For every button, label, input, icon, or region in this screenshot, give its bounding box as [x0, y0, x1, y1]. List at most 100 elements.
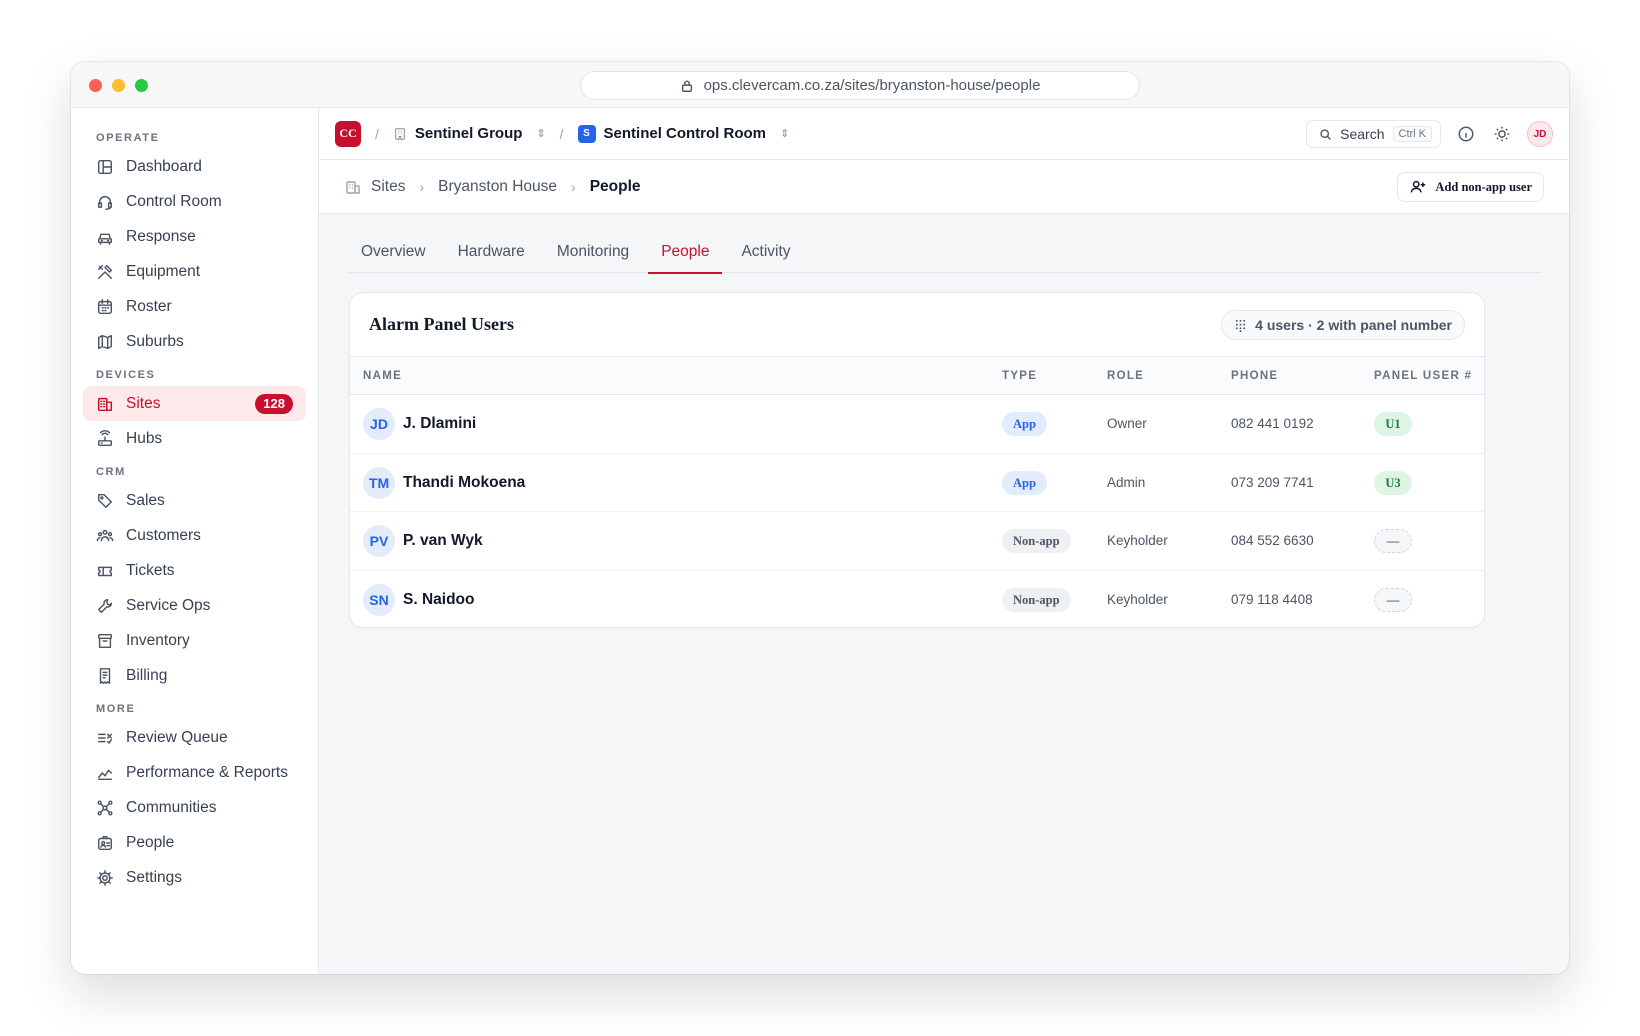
panel-user-badge: — — [1374, 587, 1412, 612]
minimize-window-button[interactable] — [112, 79, 125, 92]
tab-people[interactable]: People — [648, 238, 723, 274]
user-name[interactable]: J. Dlamini — [403, 415, 476, 433]
org-switcher[interactable]: Sentinel Group ⇕ — [393, 125, 546, 142]
sidebar-item-communities[interactable]: Communities — [83, 790, 306, 825]
sidebar-item-equipment[interactable]: Equipment — [83, 254, 306, 289]
sidebar-item-review-queue[interactable]: Review Queue — [83, 720, 306, 755]
sidebar-item-label: Review Queue — [126, 728, 228, 746]
table-row[interactable]: JD J. Dlamini App Owner 082 441 0192 U1 — [350, 395, 1484, 454]
address-bar[interactable]: ops.clevercam.co.za/sites/bryanston-hous… — [580, 71, 1140, 100]
column-header-phone[interactable]: PHONE — [1231, 370, 1278, 382]
sidebar-item-sales[interactable]: Sales — [83, 483, 306, 518]
info-button[interactable] — [1455, 123, 1477, 145]
sidebar-item-billing[interactable]: Billing — [83, 658, 306, 693]
app-logo[interactable]: CC — [335, 120, 361, 147]
table-row[interactable]: TM Thandi Mokoena App Admin 073 209 7741 U3 — [350, 454, 1484, 512]
building-icon — [346, 180, 360, 194]
column-header-name[interactable]: NAME — [363, 370, 402, 382]
type-badge: App — [1002, 470, 1047, 495]
phone-cell: 084 552 6630 — [1231, 533, 1314, 548]
sidebar-item-people[interactable]: People — [83, 825, 306, 860]
role-cell: Admin — [1107, 474, 1146, 490]
column-header-type[interactable]: TYPE — [1002, 370, 1037, 382]
card-title: Alarm Panel Users — [369, 314, 514, 334]
breadcrumb-sites[interactable]: Sites — [345, 178, 405, 196]
main-content: CC / Sentinel Group ⇕ / S Sentinel Contr… — [319, 108, 1569, 974]
sidebar-item-roster[interactable]: Roster — [83, 289, 306, 324]
workspace-switcher[interactable]: S Sentinel Control Room ⇕ — [577, 124, 789, 143]
column-header-panel-user[interactable]: PANEL USER # — [1374, 370, 1472, 382]
car-icon — [97, 233, 113, 245]
info-icon — [1458, 126, 1474, 142]
column-header-role[interactable]: ROLE — [1107, 370, 1144, 382]
sidebar-item-settings[interactable]: Settings — [83, 860, 306, 895]
type-cell: Non-app — [1002, 587, 1071, 612]
sidebar-item-label: Billing — [126, 666, 168, 684]
user-name[interactable]: Thandi Mokoena — [403, 474, 525, 492]
sidebar-item-label: Sites — [126, 394, 161, 412]
sidebar-item-service-ops[interactable]: Service Ops — [83, 588, 306, 623]
sidebar-item-suburbs[interactable]: Suburbs — [83, 324, 306, 359]
user-name-cell: PV P. van Wyk — [363, 525, 483, 557]
sun-icon — [1494, 126, 1510, 142]
user-plus-icon — [1410, 180, 1426, 193]
add-button-label: Add non-app user — [1435, 179, 1532, 194]
sidebar-item-label: Communities — [126, 798, 217, 816]
tab-overview[interactable]: Overview — [348, 238, 439, 273]
browser-window: ops.clevercam.co.za/sites/bryanston-hous… — [71, 62, 1569, 974]
search-label: Search — [1340, 126, 1385, 142]
role-cell: Owner — [1107, 416, 1147, 431]
user-name[interactable]: S. Naidoo — [403, 591, 474, 609]
sidebar-item-tickets[interactable]: Tickets — [83, 553, 306, 588]
close-window-button[interactable] — [89, 79, 102, 92]
avatar: SN — [363, 583, 395, 616]
sidebar-item-control-room[interactable]: Control Room — [83, 184, 306, 219]
search-shortcut: Ctrl K — [1392, 126, 1432, 142]
sidebar-item-customers[interactable]: Customers — [83, 518, 306, 553]
gear-icon — [97, 869, 113, 886]
avatar: TM — [363, 466, 395, 499]
type-badge: Non-app — [1002, 529, 1071, 553]
table-row[interactable]: PV P. van Wyk Non-app Keyholder 084 552 6630… — [350, 512, 1484, 571]
topbar-separator: / — [559, 125, 564, 142]
sidebar-item-inventory[interactable]: Inventory — [83, 623, 306, 658]
tab-monitoring[interactable]: Monitoring — [544, 238, 642, 273]
sidebar-item-performance-and-reports[interactable]: Performance & Reports — [83, 755, 306, 790]
breadcrumb-site[interactable]: Bryanston House — [438, 178, 557, 196]
keypad-icon — [1236, 319, 1246, 332]
user-name[interactable]: P. van Wyk — [403, 532, 483, 550]
workspace-logo: S — [577, 124, 596, 143]
tab-activity[interactable]: Activity — [728, 238, 803, 273]
type-badge: Non-app — [1002, 587, 1071, 612]
sidebar-item-label: Suburbs — [126, 332, 184, 350]
phone-cell: 079 118 4408 — [1231, 591, 1313, 607]
maximize-window-button[interactable] — [135, 79, 148, 92]
headset-icon — [97, 195, 113, 210]
sites-count-badge: 128 — [255, 394, 293, 414]
sidebar-item-dashboard[interactable]: Dashboard — [83, 149, 306, 184]
tools-icon — [97, 264, 113, 279]
table-row[interactable]: SN S. Naidoo Non-app Keyholder 079 118 4408 — — [350, 571, 1484, 628]
add-non-app-user-button[interactable]: Add non-app user — [1397, 172, 1544, 202]
sidebar-item-response[interactable]: Response — [83, 219, 306, 254]
router-icon — [97, 429, 113, 446]
org-name: Sentinel Group — [414, 125, 523, 142]
role-cell: Keyholder — [1107, 533, 1168, 548]
wrench-icon — [97, 598, 113, 613]
theme-toggle-button[interactable] — [1491, 123, 1513, 145]
type-cell: App — [1002, 412, 1047, 436]
user-avatar[interactable]: JD — [1527, 121, 1553, 147]
topbar-separator: / — [375, 125, 379, 142]
sidebar-item-label: People — [126, 833, 175, 851]
sidebar-section-label: DEVICES — [96, 369, 156, 381]
sidebar-item-label: Hubs — [126, 429, 163, 447]
search-button[interactable]: Search Ctrl K — [1306, 120, 1441, 148]
trend-icon — [97, 769, 113, 780]
chevron-right-icon: › — [571, 178, 576, 195]
breadcrumb-label: Bryanston House — [438, 177, 558, 195]
layout-icon — [97, 159, 113, 174]
tab-hardware[interactable]: Hardware — [445, 238, 538, 273]
sidebar-item-hubs[interactable]: Hubs — [83, 421, 306, 456]
sidebar-item-sites[interactable]: Sites 128 — [83, 386, 306, 421]
user-count-badge: 4 users · 2 with panel number — [1221, 310, 1465, 340]
